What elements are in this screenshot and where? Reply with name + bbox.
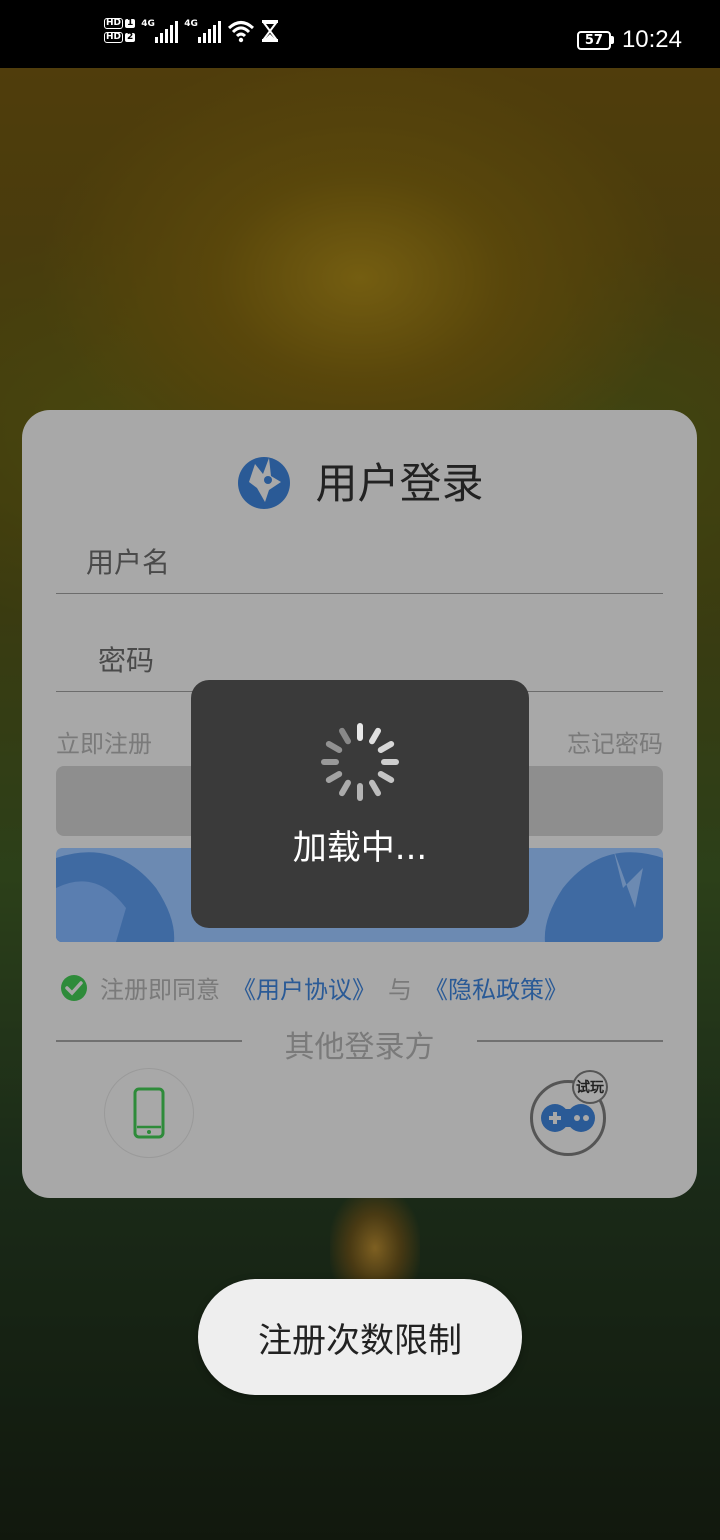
wifi-icon: [228, 20, 255, 42]
divider-right: [477, 1040, 663, 1042]
agreement-and: 与: [388, 976, 412, 1004]
sim-indicators: HD 1 HD 2: [104, 18, 136, 43]
toast-message: 注册次数限制: [198, 1279, 522, 1395]
phone-icon: [133, 1087, 165, 1139]
wing-right-decor: [544, 848, 663, 942]
forgot-password-link[interactable]: 忘记密码: [567, 724, 663, 759]
network-type-sim2: 4G: [184, 18, 198, 29]
user-agreement-link[interactable]: 《用户协议》: [232, 970, 376, 1005]
login-header: 用户登录: [22, 450, 697, 511]
status-bar-left: HD 1 HD 2 4G 4G: [104, 18, 279, 43]
logo-icon: [238, 456, 291, 509]
loading-text: 加载中...: [292, 828, 428, 868]
username-field: [56, 534, 663, 594]
username-input[interactable]: [86, 534, 646, 590]
agreement-row: 注册即同意 《用户协议》 与 《隐私政策》: [60, 970, 568, 1005]
network-type-sim1: 4G: [141, 18, 155, 29]
check-circle-icon[interactable]: [60, 974, 88, 1002]
sim2-indicator: HD 2: [104, 32, 136, 43]
sim2-hd-tag: HD: [104, 32, 124, 43]
trial-badge: 试玩: [572, 1070, 608, 1104]
gamepad-icon: [541, 1104, 595, 1132]
spinner-icon: [321, 723, 399, 801]
signal-icon-sim2: 4G: [184, 18, 222, 43]
sim1-indicator: HD 1: [104, 18, 136, 29]
sim2-number: 2: [125, 32, 136, 42]
wing-left-decor: [56, 852, 175, 942]
status-bar: HD 1 HD 2 4G 4G 57 10:24: [0, 0, 720, 68]
phone-login-button[interactable]: [104, 1068, 194, 1158]
sim1-hd-tag: HD: [104, 18, 124, 29]
privacy-policy-link[interactable]: 《隐私政策》: [424, 970, 568, 1005]
battery-level: 57: [576, 30, 611, 50]
clock: 10:24: [621, 26, 682, 53]
signal-icon-sim1: 4G: [141, 18, 179, 43]
status-bar-right: 57 10:24: [576, 26, 682, 54]
agreement-prefix: 注册即同意: [100, 976, 220, 1004]
sim1-number: 1: [125, 18, 136, 28]
battery-icon: 57: [576, 30, 614, 50]
register-link[interactable]: 立即注册: [56, 724, 152, 759]
login-title: 用户登录: [315, 459, 484, 508]
loading-dialog: 加载中...: [191, 680, 529, 928]
other-login-label: 其他登录方: [284, 1030, 435, 1065]
hourglass-icon: [262, 19, 279, 42]
other-login-divider: 其他登录方: [56, 1022, 663, 1065]
